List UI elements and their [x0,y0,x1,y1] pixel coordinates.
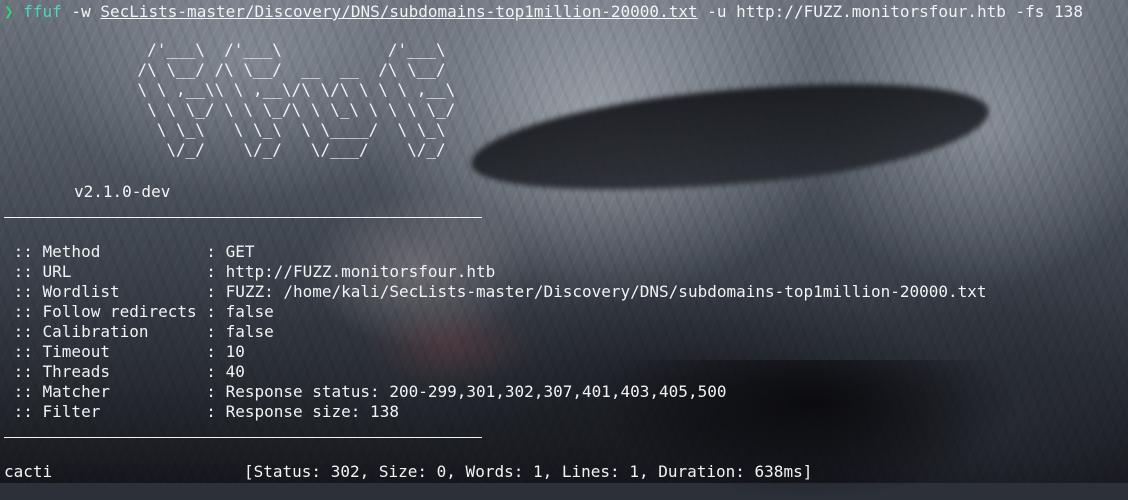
result-info: [Status: 302, Size: 0, Words: 1, Lines: … [244,462,813,481]
url-argument: http://FUZZ.monitorsfour.htb [736,2,1006,21]
config-row-threads: :: Threads : 40 [4,362,245,382]
config-key: :: Timeout [4,342,207,361]
config-key: :: Threads [4,362,207,381]
config-value: : Response status: 200-299,301,302,307,4… [206,382,727,401]
filter-size-value: 138 [1054,2,1083,21]
config-row-timeout: :: Timeout : 10 [4,342,245,362]
config-value: : GET [206,242,255,261]
command-name: ffuf [23,2,62,21]
prompt-arrow-icon: ❯ [4,2,14,21]
config-key: :: URL [4,262,207,281]
config-value: : FUZZ: /home/kali/SecLists-master/Disco… [206,282,987,301]
flag-wordlist: -w [71,2,91,21]
flag-filter-size: -fs [1015,2,1045,21]
config-row-wordlist: :: Wordlist : FUZZ: /home/kali/SecLists-… [4,282,987,302]
config-row-method: :: Method : GET [4,242,255,262]
ffuf-ascii-banner: /'___\ /'___\ /'___\ /\ \__/ /\ \__/ __ … [137,40,456,159]
config-row-url: :: URL : http://FUZZ.monitorsfour.htb [4,262,496,282]
command-line[interactable]: ❯ ffuf -w SecLists-master/Discovery/DNS/… [4,2,1083,22]
config-key: :: Filter [4,402,207,421]
flag-url: -u [707,2,727,21]
config-key: :: Matcher [4,382,207,401]
config-value: : 10 [206,342,245,361]
config-row-filter: :: Filter : Response size: 138 [4,402,399,422]
config-value: : Response size: 138 [206,402,399,421]
terminal-window[interactable]: ❯ ffuf -w SecLists-master/Discovery/DNS/… [4,0,1124,483]
config-value: : false [206,302,274,321]
config-key: :: Method [4,242,207,261]
result-row: cacti [Status: 302, Size: 0, Words: 1, Li… [4,462,812,482]
config-row-matcher: :: Matcher : Response status: 200-299,30… [4,382,727,402]
config-value: : http://FUZZ.monitorsfour.htb [206,262,496,281]
config-row-follow-redirects: :: Follow redirects : false [4,302,274,322]
config-value: : false [206,322,274,341]
config-value: : 40 [206,362,245,381]
config-key: :: Follow redirects [4,302,207,321]
wordlist-path-argument[interactable]: SecLists-master/Discovery/DNS/subdomains… [100,2,697,21]
divider-top [4,217,482,218]
result-word: cacti [4,462,53,481]
divider-bottom [4,437,482,438]
config-key: :: Wordlist [4,282,207,301]
config-key: :: Calibration [4,322,207,341]
config-row-calibration: :: Calibration : false [4,322,274,342]
version-label: v2.1.0-dev [74,182,171,201]
